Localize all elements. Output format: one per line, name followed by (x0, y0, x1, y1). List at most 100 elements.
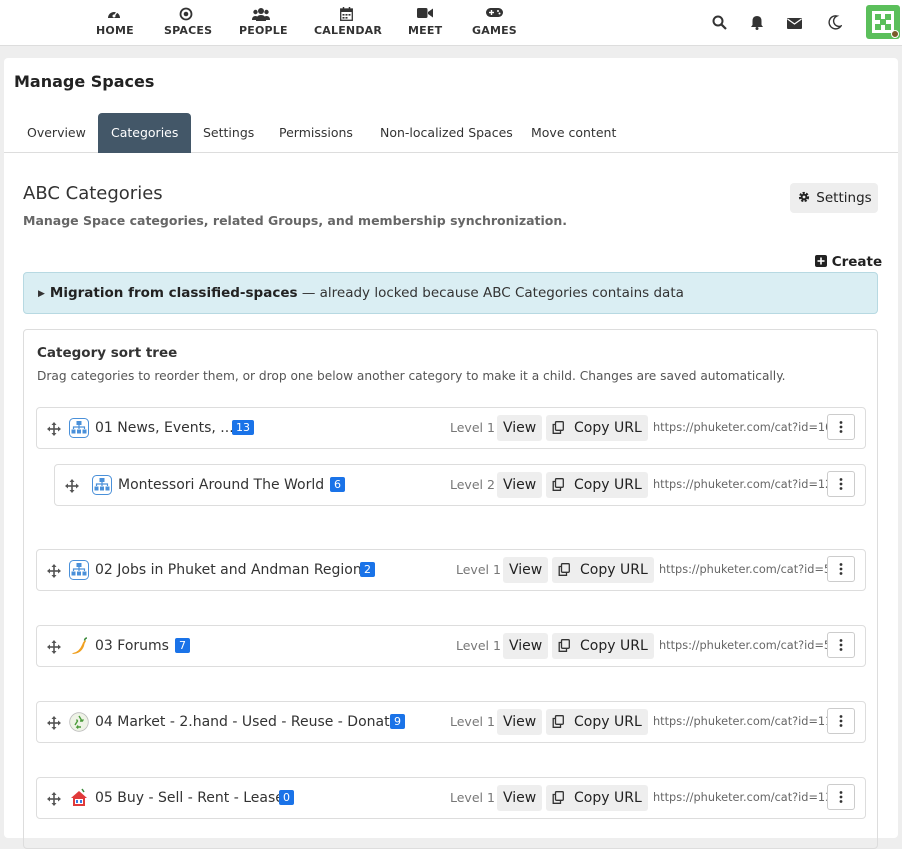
category-url: https://phuketer.com/cat?id=121 (653, 478, 840, 491)
nav-calendar[interactable]: CALENDAR (314, 7, 382, 37)
more-options-button[interactable] (827, 632, 855, 658)
section-description: Manage Space categories, related Groups,… (23, 213, 568, 228)
copy-url-button[interactable]: Copy URL (546, 472, 648, 498)
category-name: 02 Jobs in Phuket and Andman Region (95, 562, 362, 578)
count-badge: 9 (390, 714, 405, 729)
tab-move-content[interactable]: Move content (518, 113, 629, 153)
view-button[interactable]: View (497, 415, 543, 441)
tab-overview[interactable]: Overview (14, 113, 99, 153)
category-row[interactable]: 01 News, Events, ... 13 Level 1 View Cop… (36, 407, 866, 449)
nav-home[interactable]: HOME (96, 7, 134, 37)
top-navigation: HOME SPACES PEOPLE CALENDAR MEET GAMES (0, 0, 902, 46)
level-label: Level 1 (456, 638, 501, 653)
tab-bar: Overview Categories Settings Permissions… (4, 113, 898, 153)
bell-icon[interactable] (750, 15, 766, 31)
view-button[interactable]: View (503, 633, 549, 659)
envelope-icon[interactable] (787, 15, 803, 31)
nav-meet-label: MEET (408, 24, 443, 37)
count-badge: 0 (279, 790, 294, 805)
status-dot (891, 30, 899, 38)
moon-icon[interactable] (828, 15, 844, 31)
copy-icon (558, 635, 570, 661)
users-icon (239, 7, 283, 21)
view-button[interactable]: View (497, 472, 543, 498)
more-options-button[interactable] (827, 471, 855, 497)
drag-handle-icon[interactable] (47, 715, 61, 734)
copy-url-label: Copy URL (574, 714, 642, 730)
more-options-button[interactable] (827, 556, 855, 582)
category-row[interactable]: 05 Buy - Sell - Rent - Lease 0 Level 1 V… (36, 777, 866, 819)
nav-spaces[interactable]: SPACES (164, 7, 212, 37)
tab-permissions[interactable]: Permissions (266, 113, 366, 153)
category-name: 03 Forums (95, 638, 169, 654)
tab-settings[interactable]: Settings (190, 113, 267, 153)
category-url: https://phuketer.com/cat?id=101 (653, 421, 840, 434)
plus-square-icon (815, 255, 827, 267)
level-label: Level 2 (450, 477, 495, 492)
drag-handle-icon[interactable] (47, 421, 61, 440)
gear-icon (798, 191, 810, 203)
level-label: Level 1 (450, 714, 495, 729)
page-title: Manage Spaces (14, 72, 155, 91)
nav-home-label: HOME (96, 24, 134, 37)
category-name: 05 Buy - Sell - Rent - Lease (95, 790, 284, 806)
level-label: Level 1 (456, 562, 501, 577)
view-button[interactable]: View (497, 709, 543, 735)
drag-handle-icon[interactable] (65, 478, 79, 497)
nav-people[interactable]: PEOPLE (239, 7, 288, 37)
view-button[interactable]: View (497, 785, 543, 811)
copy-url-button[interactable]: Copy URL (546, 709, 648, 735)
view-button[interactable]: View (503, 557, 549, 583)
copy-url-button[interactable]: Copy URL (552, 633, 654, 659)
migration-title: Migration from classified-spaces (49, 285, 298, 301)
sitemap-icon (69, 560, 89, 580)
vertical-dots-icon (839, 791, 843, 803)
video-icon (408, 7, 442, 21)
avatar[interactable] (866, 5, 900, 39)
copy-url-button[interactable]: Copy URL (552, 557, 654, 583)
dashboard-icon (96, 7, 132, 21)
nav-spaces-label: SPACES (164, 24, 213, 37)
settings-button[interactable]: Settings (790, 183, 878, 213)
vertical-dots-icon (839, 478, 843, 490)
vertical-dots-icon (839, 421, 843, 433)
level-label: Level 1 (450, 790, 495, 805)
more-options-button[interactable] (827, 708, 855, 734)
copy-url-button[interactable]: Copy URL (546, 415, 648, 441)
copy-url-label: Copy URL (580, 562, 648, 578)
category-name: 01 News, Events, ... (95, 420, 234, 436)
copy-icon (558, 559, 570, 585)
more-options-button[interactable] (827, 784, 855, 810)
count-badge: 13 (232, 420, 254, 435)
calendar-icon (314, 7, 378, 21)
settings-button-label: Settings (816, 190, 872, 206)
tree-help-text: Drag categories to reorder them, or drop… (37, 369, 786, 383)
sitemap-icon (92, 475, 112, 495)
copy-icon (552, 787, 564, 813)
copy-url-label: Copy URL (580, 638, 648, 654)
search-icon[interactable] (712, 15, 728, 31)
drag-handle-icon[interactable] (47, 639, 61, 658)
copy-icon (552, 711, 564, 737)
vertical-dots-icon (839, 715, 843, 727)
vertical-dots-icon (839, 639, 843, 651)
drag-handle-icon[interactable] (47, 563, 61, 582)
category-row[interactable]: 03 Forums 7 Level 1 View Copy URL https:… (36, 625, 866, 667)
category-name: Montessori Around The World (118, 477, 325, 493)
category-row[interactable]: 02 Jobs in Phuket and Andman Region 2 Le… (36, 549, 866, 591)
nav-games[interactable]: GAMES (472, 7, 517, 37)
copy-url-button[interactable]: Copy URL (546, 785, 648, 811)
create-button[interactable]: Create (815, 254, 882, 270)
more-options-button[interactable] (827, 414, 855, 440)
migration-details[interactable]: ▶ Migration from classified-spaces — alre… (23, 272, 878, 314)
category-row-child[interactable]: Montessori Around The World 6 Level 2 Vi… (54, 464, 866, 506)
drag-handle-icon[interactable] (47, 791, 61, 810)
manage-spaces-panel: Manage Spaces Overview Categories Settin… (4, 58, 898, 849)
tab-categories[interactable]: Categories (98, 113, 192, 153)
nav-people-label: PEOPLE (239, 24, 288, 37)
category-row[interactable]: 04 Market - 2.hand - Used - Reuse - Dona… (36, 701, 866, 743)
nav-meet[interactable]: MEET (408, 7, 442, 37)
category-url: https://phuketer.com/cat?id=136 (653, 791, 840, 804)
tab-non-localized-spaces[interactable]: Non-localized Spaces (367, 113, 526, 153)
category-name: 04 Market - 2.hand - Used - Reuse - Dona… (95, 714, 399, 730)
